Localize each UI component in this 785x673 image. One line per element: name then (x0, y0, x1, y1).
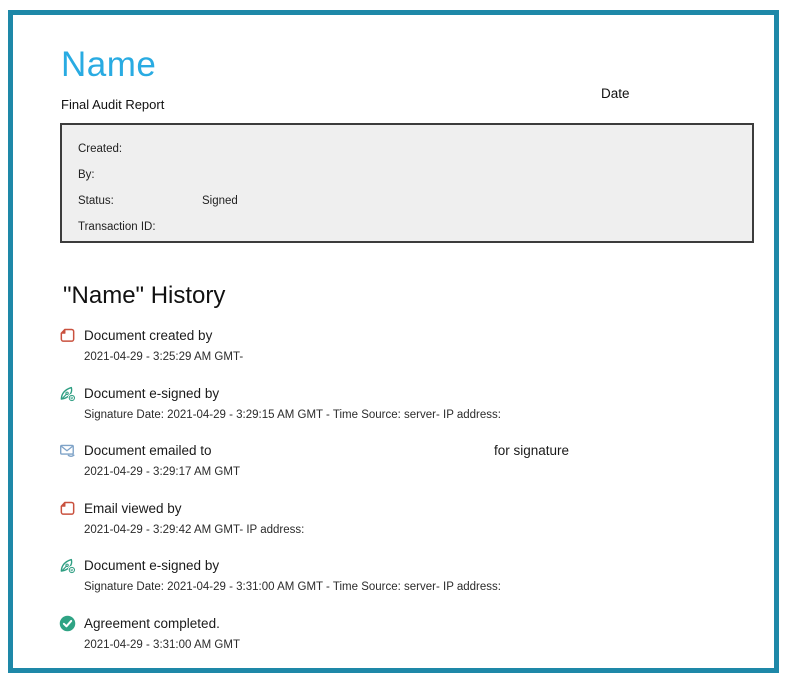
report-subtitle: Final Audit Report (61, 97, 165, 112)
event-detail: 2021-04-29 - 3:29:42 AM GMT- IP address: (84, 523, 305, 536)
summary-box: Created: By: Status: Signed Transaction … (60, 123, 754, 243)
history-event-row: Email viewed by 2021-04-29 - 3:29:42 AM … (59, 500, 759, 558)
history-event-row: Document emailed to for signature 2021-0… (59, 442, 759, 500)
history-list: Document created by 2021-04-29 - 3:25:29… (59, 327, 759, 672)
event-text: Agreement completed. 2021-04-29 - 3:31:0… (84, 615, 759, 673)
esign-pen-icon-glyph (60, 558, 76, 574)
by-label: By: (78, 169, 95, 181)
esign-pen-icon-glyph (60, 386, 76, 402)
event-detail: 2021-04-29 - 3:25:29 AM GMT- (84, 351, 244, 363)
event-title: Document emailed to (84, 443, 212, 458)
event-title-suffix: for signature (494, 443, 570, 458)
status-label: Status: (78, 195, 114, 207)
audit-report-page: { "page": { "title": "Name", "subtitle":… (0, 0, 785, 673)
history-event-row: Document e-signed by Signature Date: 202… (59, 557, 759, 615)
date-label: Date (601, 86, 630, 101)
event-text: Document emailed to for signature 2021-0… (84, 442, 759, 500)
event-title: Document e-signed by (84, 558, 220, 573)
status-value: Signed (202, 195, 238, 207)
event-detail: 2021-04-29 - 3:31:00 AM GMT (84, 638, 240, 651)
event-detail: 2021-04-29 - 3:29:17 AM GMT (84, 466, 240, 478)
document-icon-glyph (60, 328, 75, 342)
event-title: Document created by (84, 328, 213, 343)
summary-row-created: Created: (78, 136, 752, 162)
event-icon (59, 327, 76, 344)
event-detail: Signature Date: 2021-04-29 - 3:31:00 AM … (84, 581, 501, 593)
email-sent-icon-glyph (60, 444, 75, 457)
page-border-frame: Name Final Audit Report Date Created: By… (8, 10, 779, 673)
event-icon (59, 385, 76, 402)
completed-check-icon-glyph (59, 615, 76, 631)
summary-row-status: Status: Signed (78, 188, 752, 214)
summary-row-by: By: (78, 162, 752, 188)
transaction-id-label: Transaction ID: (78, 221, 156, 233)
summary-row-transaction: Transaction ID: (78, 214, 752, 240)
event-title: Document e-signed by (84, 385, 220, 401)
event-text: Email viewed by 2021-04-29 - 3:29:42 AM … (84, 500, 759, 558)
event-icon (59, 442, 76, 459)
event-icon (59, 500, 76, 517)
history-heading: "Name" History (63, 282, 226, 309)
event-text: Document created by 2021-04-29 - 3:25:29… (84, 327, 759, 385)
event-detail: Signature Date: 2021-04-29 - 3:29:15 AM … (84, 408, 501, 421)
event-icon (59, 615, 76, 632)
page-title: Name (61, 45, 157, 84)
created-label: Created: (78, 143, 123, 155)
history-event-row: Agreement completed. 2021-04-29 - 3:31:0… (59, 615, 759, 673)
history-event-row: Document created by 2021-04-29 - 3:25:29… (59, 327, 759, 385)
event-title: Agreement completed. (84, 615, 220, 631)
document-icon-glyph (60, 501, 75, 515)
event-icon (59, 557, 76, 574)
event-text: Document e-signed by Signature Date: 202… (84, 557, 759, 615)
event-text: Document e-signed by Signature Date: 202… (84, 385, 759, 443)
event-title: Email viewed by (84, 500, 182, 516)
history-event-row: Document e-signed by Signature Date: 202… (59, 385, 759, 443)
